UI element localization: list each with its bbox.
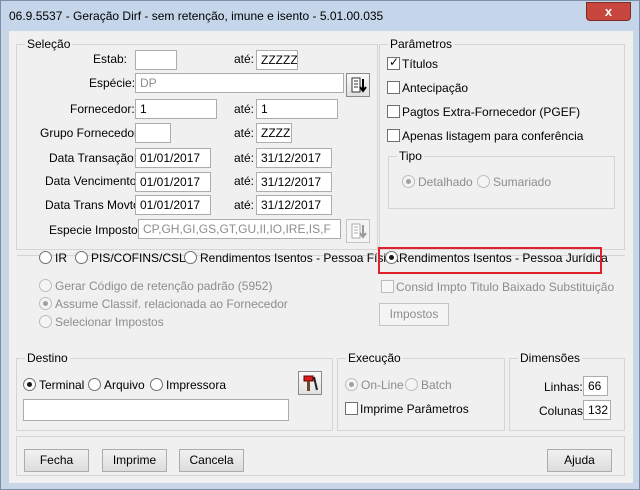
fornecedor-ate-label: até: <box>234 102 255 116</box>
selecao-title: Seleção <box>25 37 73 51</box>
hammer-icon <box>303 375 318 391</box>
data-vencimento-from-input[interactable]: 01/01/2017 <box>135 172 211 192</box>
dialog-body: Seleção Estab: até: ZZZZZ Espécie: DP Fo… <box>9 31 633 483</box>
arquivo-radio[interactable] <box>88 378 101 391</box>
grupo-to-input[interactable]: ZZZZ <box>256 123 292 143</box>
terminal-label: Terminal <box>39 378 85 392</box>
cancela-button[interactable]: Cancela <box>179 449 244 472</box>
parametros-group: Parâmetros <box>379 37 625 250</box>
list-icon <box>351 77 367 93</box>
colunas-label: Colunas: <box>539 404 587 418</box>
assume-classif-radio[interactable] <box>39 297 52 310</box>
impostos-button[interactable]: Impostos <box>379 303 449 326</box>
fecha-button[interactable]: Fecha <box>24 449 89 472</box>
data-trans-movto-ate-label: até: <box>234 198 255 212</box>
titulos-label: Títulos <box>402 57 439 71</box>
ajuda-button[interactable]: Ajuda <box>547 449 612 472</box>
selecionar-impostos-radio[interactable] <box>39 315 52 328</box>
check-mark-icon: ✓ <box>389 55 400 69</box>
consid-impto-checkbox[interactable] <box>381 280 394 293</box>
estab-to-input[interactable]: ZZZZZ <box>256 50 298 70</box>
especie-imposto-input[interactable]: CP,GH,GI,GS,GT,GU,II,IO,IRE,IS,F <box>138 219 341 239</box>
arquivo-label: Arquivo <box>104 378 145 392</box>
data-vencimento-to-input[interactable]: 31/12/2017 <box>256 172 332 192</box>
data-trans-movto-to-input[interactable]: 31/12/2017 <box>256 195 332 215</box>
main-window: 06.9.5537 - Geração Dirf - sem retenção,… <box>0 0 640 490</box>
fornecedor-to-input[interactable]: 1 <box>256 99 338 119</box>
linhas-input[interactable]: 66 <box>583 376 608 396</box>
data-transacao-ate-label: até: <box>234 151 255 165</box>
pis-cofins-csll-radio[interactable] <box>75 251 88 264</box>
grupo-ate-label: até: <box>234 126 255 140</box>
data-trans-movto-label: Data Trans Movto: <box>45 198 144 212</box>
imprime-parametros-label: Imprime Parâmetros <box>360 402 469 416</box>
data-transacao-to-input[interactable]: 31/12/2017 <box>256 148 332 168</box>
rend-pf-radio[interactable] <box>184 251 197 264</box>
execucao-group: Execução <box>337 351 505 431</box>
imprime-button[interactable]: Imprime <box>102 449 167 472</box>
detalhado-label: Detalhado <box>418 175 473 189</box>
grupo-fornecedor-label: Grupo Fornecedor: <box>40 126 142 140</box>
ir-radio[interactable] <box>39 251 52 264</box>
especie-input[interactable]: DP <box>135 73 344 93</box>
estab-ate-label: até: <box>234 52 255 66</box>
estab-label: Estab: <box>93 52 128 66</box>
especie-list-button[interactable] <box>346 73 370 97</box>
window-title: 06.9.5537 - Geração Dirf - sem retenção,… <box>9 9 384 23</box>
linhas-label: Linhas: <box>544 380 583 394</box>
close-button[interactable]: x <box>586 2 631 21</box>
assume-classif-label: Assume Classif. relacionada ao Fornecedo… <box>55 297 288 311</box>
especie-imposto-list-button[interactable] <box>346 219 370 243</box>
consid-impto-label: Consid Impto Titulo Baixado Substituição <box>396 280 615 294</box>
batch-radio[interactable] <box>405 378 418 391</box>
data-vencimento-ate-label: até: <box>234 174 255 188</box>
gerar-codigo-radio[interactable] <box>39 279 52 292</box>
especie-imposto-label: Especie Imposto: <box>49 223 142 237</box>
impressora-radio[interactable] <box>150 378 163 391</box>
terminal-radio[interactable] <box>23 378 36 391</box>
selecionar-impostos-label: Selecionar Impostos <box>55 315 164 329</box>
pis-cofins-csll-label: PIS/COFINS/CSLL <box>91 251 193 265</box>
data-vencimento-label: Data Vencimento: <box>45 174 140 188</box>
selection-highlight <box>378 247 602 274</box>
fornecedor-from-input[interactable]: 1 <box>135 99 217 119</box>
data-transacao-from-input[interactable]: 01/01/2017 <box>135 148 211 168</box>
destino-config-button[interactable] <box>298 371 322 395</box>
destino-title: Destino <box>25 351 70 365</box>
apenas-listagem-checkbox[interactable] <box>387 129 400 142</box>
destino-path-input[interactable] <box>23 399 289 421</box>
online-label: On-Line <box>361 378 404 392</box>
title-bar: 06.9.5537 - Geração Dirf - sem retenção,… <box>1 1 639 31</box>
imprime-parametros-checkbox[interactable] <box>345 402 358 415</box>
data-transacao-label: Data Transação: <box>49 151 138 165</box>
estab-from-input[interactable] <box>135 50 177 70</box>
ir-label: IR <box>55 251 67 265</box>
sumariado-radio[interactable] <box>477 175 490 188</box>
execucao-title: Execução <box>346 351 403 365</box>
especie-label: Espécie: <box>89 76 136 90</box>
fornecedor-label: Fornecedor: <box>70 102 135 116</box>
data-trans-movto-from-input[interactable]: 01/01/2017 <box>135 195 211 215</box>
antecipacao-label: Antecipação <box>402 81 469 95</box>
impressora-label: Impressora <box>166 378 227 392</box>
online-radio[interactable] <box>345 378 358 391</box>
gerar-codigo-label: Gerar Código de retenção padrão (5952) <box>55 279 273 293</box>
parametros-title: Parâmetros <box>388 37 455 51</box>
dimensoes-title: Dimensões <box>518 351 583 365</box>
batch-label: Batch <box>421 378 452 392</box>
sumariado-label: Sumariado <box>493 175 552 189</box>
antecipacao-checkbox[interactable] <box>387 81 400 94</box>
grupo-from-input[interactable] <box>135 123 171 143</box>
detalhado-radio[interactable] <box>402 175 415 188</box>
tipo-title: Tipo <box>397 149 424 163</box>
colunas-input[interactable]: 132 <box>583 400 611 420</box>
titulos-checkbox[interactable]: ✓ <box>387 55 400 70</box>
pagtos-checkbox[interactable] <box>387 105 400 118</box>
list-icon <box>351 223 367 239</box>
rend-pf-label: Rendimentos Isentos - Pessoa Física <box>200 251 399 265</box>
pagtos-label: Pagtos Extra-Fornecedor (PGEF) <box>402 105 581 119</box>
apenas-listagem-label: Apenas listagem para conferência <box>402 129 584 143</box>
